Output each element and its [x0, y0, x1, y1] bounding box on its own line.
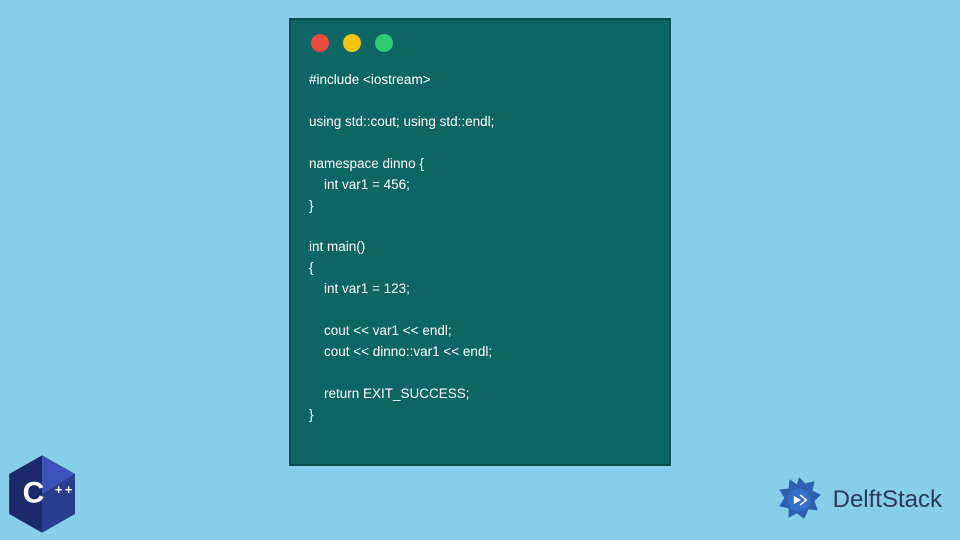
- code-block: #include <iostream> using std::cout; usi…: [309, 70, 651, 426]
- code-window: #include <iostream> using std::cout; usi…: [289, 18, 671, 466]
- window-controls: [311, 34, 651, 52]
- minimize-icon: [343, 34, 361, 52]
- brand-logo-icon: [773, 474, 825, 526]
- svg-text:+: +: [65, 482, 73, 497]
- brand-name: DelftStack: [833, 486, 942, 514]
- close-icon: [311, 34, 329, 52]
- cpp-logo: C + +: [6, 454, 78, 534]
- maximize-icon: [375, 34, 393, 52]
- svg-text:C: C: [23, 477, 45, 510]
- svg-text:+: +: [55, 482, 63, 497]
- brand: DelftStack: [773, 474, 942, 526]
